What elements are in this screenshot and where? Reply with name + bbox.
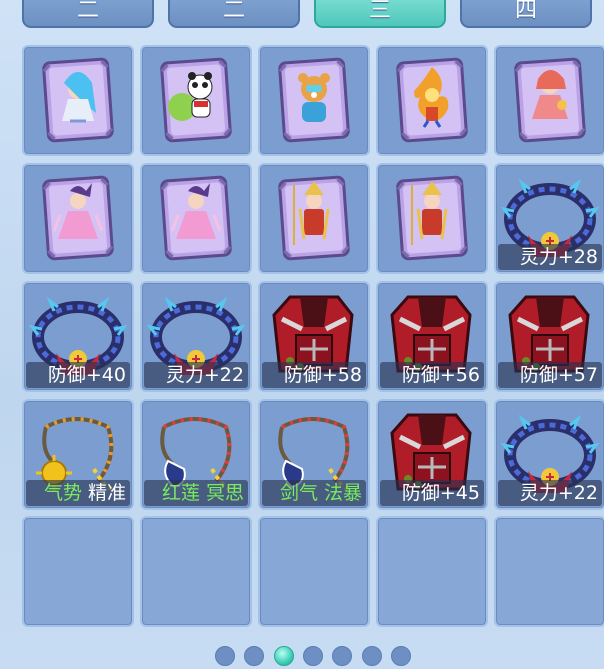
item-attribute-label: 防御+56 (380, 362, 484, 388)
inventory-slot[interactable] (22, 45, 134, 156)
item-attribute-label: 防御+40 (26, 362, 130, 388)
empty-inventory-slot[interactable] (376, 516, 488, 627)
inventory-slot[interactable] (258, 163, 370, 274)
inventory-slot[interactable] (22, 163, 134, 274)
inventory-slot[interactable] (140, 163, 252, 274)
item-attribute-label: 红莲 冥思 (144, 480, 248, 506)
inventory-slot[interactable]: 防御+56 (376, 281, 488, 392)
item-attribute-label: 防御+45 (380, 480, 484, 506)
item-attribute-label: 灵力+22 (498, 480, 602, 506)
item-attribute-label: 防御+58 (262, 362, 366, 388)
item-attribute-value: 灵力+22 (519, 482, 598, 504)
item-attribute-special: 红莲 冥思 (161, 482, 244, 504)
item-attribute-value: 灵力+28 (519, 246, 598, 268)
inventory-slot[interactable]: 剑气 法暴 (258, 399, 370, 510)
item-attribute-value: 防御+56 (401, 364, 480, 386)
item-attribute-label: 灵力+22 (144, 362, 248, 388)
inventory-slot[interactable]: 气势 精准 (22, 399, 134, 510)
inventory-slot[interactable]: 灵力+22 (494, 399, 604, 510)
empty-inventory-slot[interactable] (258, 516, 370, 627)
item-attribute-value: 精准 (81, 482, 126, 504)
page-dot-active[interactable] (274, 646, 294, 666)
page-dot[interactable] (391, 646, 411, 666)
inventory-slot[interactable]: 防御+57 (494, 281, 604, 392)
item-attribute-label: 剑气 法暴 (262, 480, 366, 506)
item-attribute-value: 防御+57 (519, 364, 598, 386)
tab-1[interactable]: 二 (22, 0, 154, 28)
item-attribute-special: 气势 (43, 482, 82, 504)
inventory-slot[interactable] (376, 163, 488, 274)
inventory-slot[interactable] (494, 45, 604, 156)
page-indicator (0, 642, 604, 669)
inventory-slot[interactable]: 防御+40 (22, 281, 134, 392)
tab-2[interactable]: 二 (168, 0, 300, 28)
item-attribute-value: 防御+40 (47, 364, 126, 386)
empty-inventory-slot[interactable] (494, 516, 604, 627)
page-dot[interactable] (303, 646, 323, 666)
page-dot[interactable] (332, 646, 352, 666)
item-attribute-value: 防御+58 (283, 364, 362, 386)
item-attribute-label: 气势 精准 (26, 480, 130, 506)
tab-bar: 二 二 三 四 (0, 0, 604, 34)
inventory-slot[interactable]: 红莲 冥思 (140, 399, 252, 510)
item-attribute-value: 防御+45 (401, 482, 480, 504)
item-attribute-value: 灵力+22 (165, 364, 244, 386)
item-attribute-label: 灵力+28 (498, 244, 602, 270)
inventory-slot[interactable] (140, 45, 252, 156)
item-attribute-special: 剑气 法暴 (279, 482, 362, 504)
page-dot[interactable] (215, 646, 235, 666)
page-dot[interactable] (244, 646, 264, 666)
inventory-slot[interactable]: 灵力+22 (140, 281, 252, 392)
tab-3[interactable]: 三 (314, 0, 446, 28)
empty-inventory-slot[interactable] (22, 516, 134, 627)
page-dot[interactable] (362, 646, 382, 666)
inventory-slot[interactable]: 防御+45 (376, 399, 488, 510)
empty-inventory-slot[interactable] (140, 516, 252, 627)
item-attribute-label: 防御+57 (498, 362, 602, 388)
inventory-slot[interactable]: 防御+58 (258, 281, 370, 392)
inventory-slot[interactable] (376, 45, 488, 156)
inventory-slot[interactable] (258, 45, 370, 156)
tab-4[interactable]: 四 (460, 0, 592, 28)
inventory-slot[interactable]: 灵力+28 (494, 163, 604, 274)
